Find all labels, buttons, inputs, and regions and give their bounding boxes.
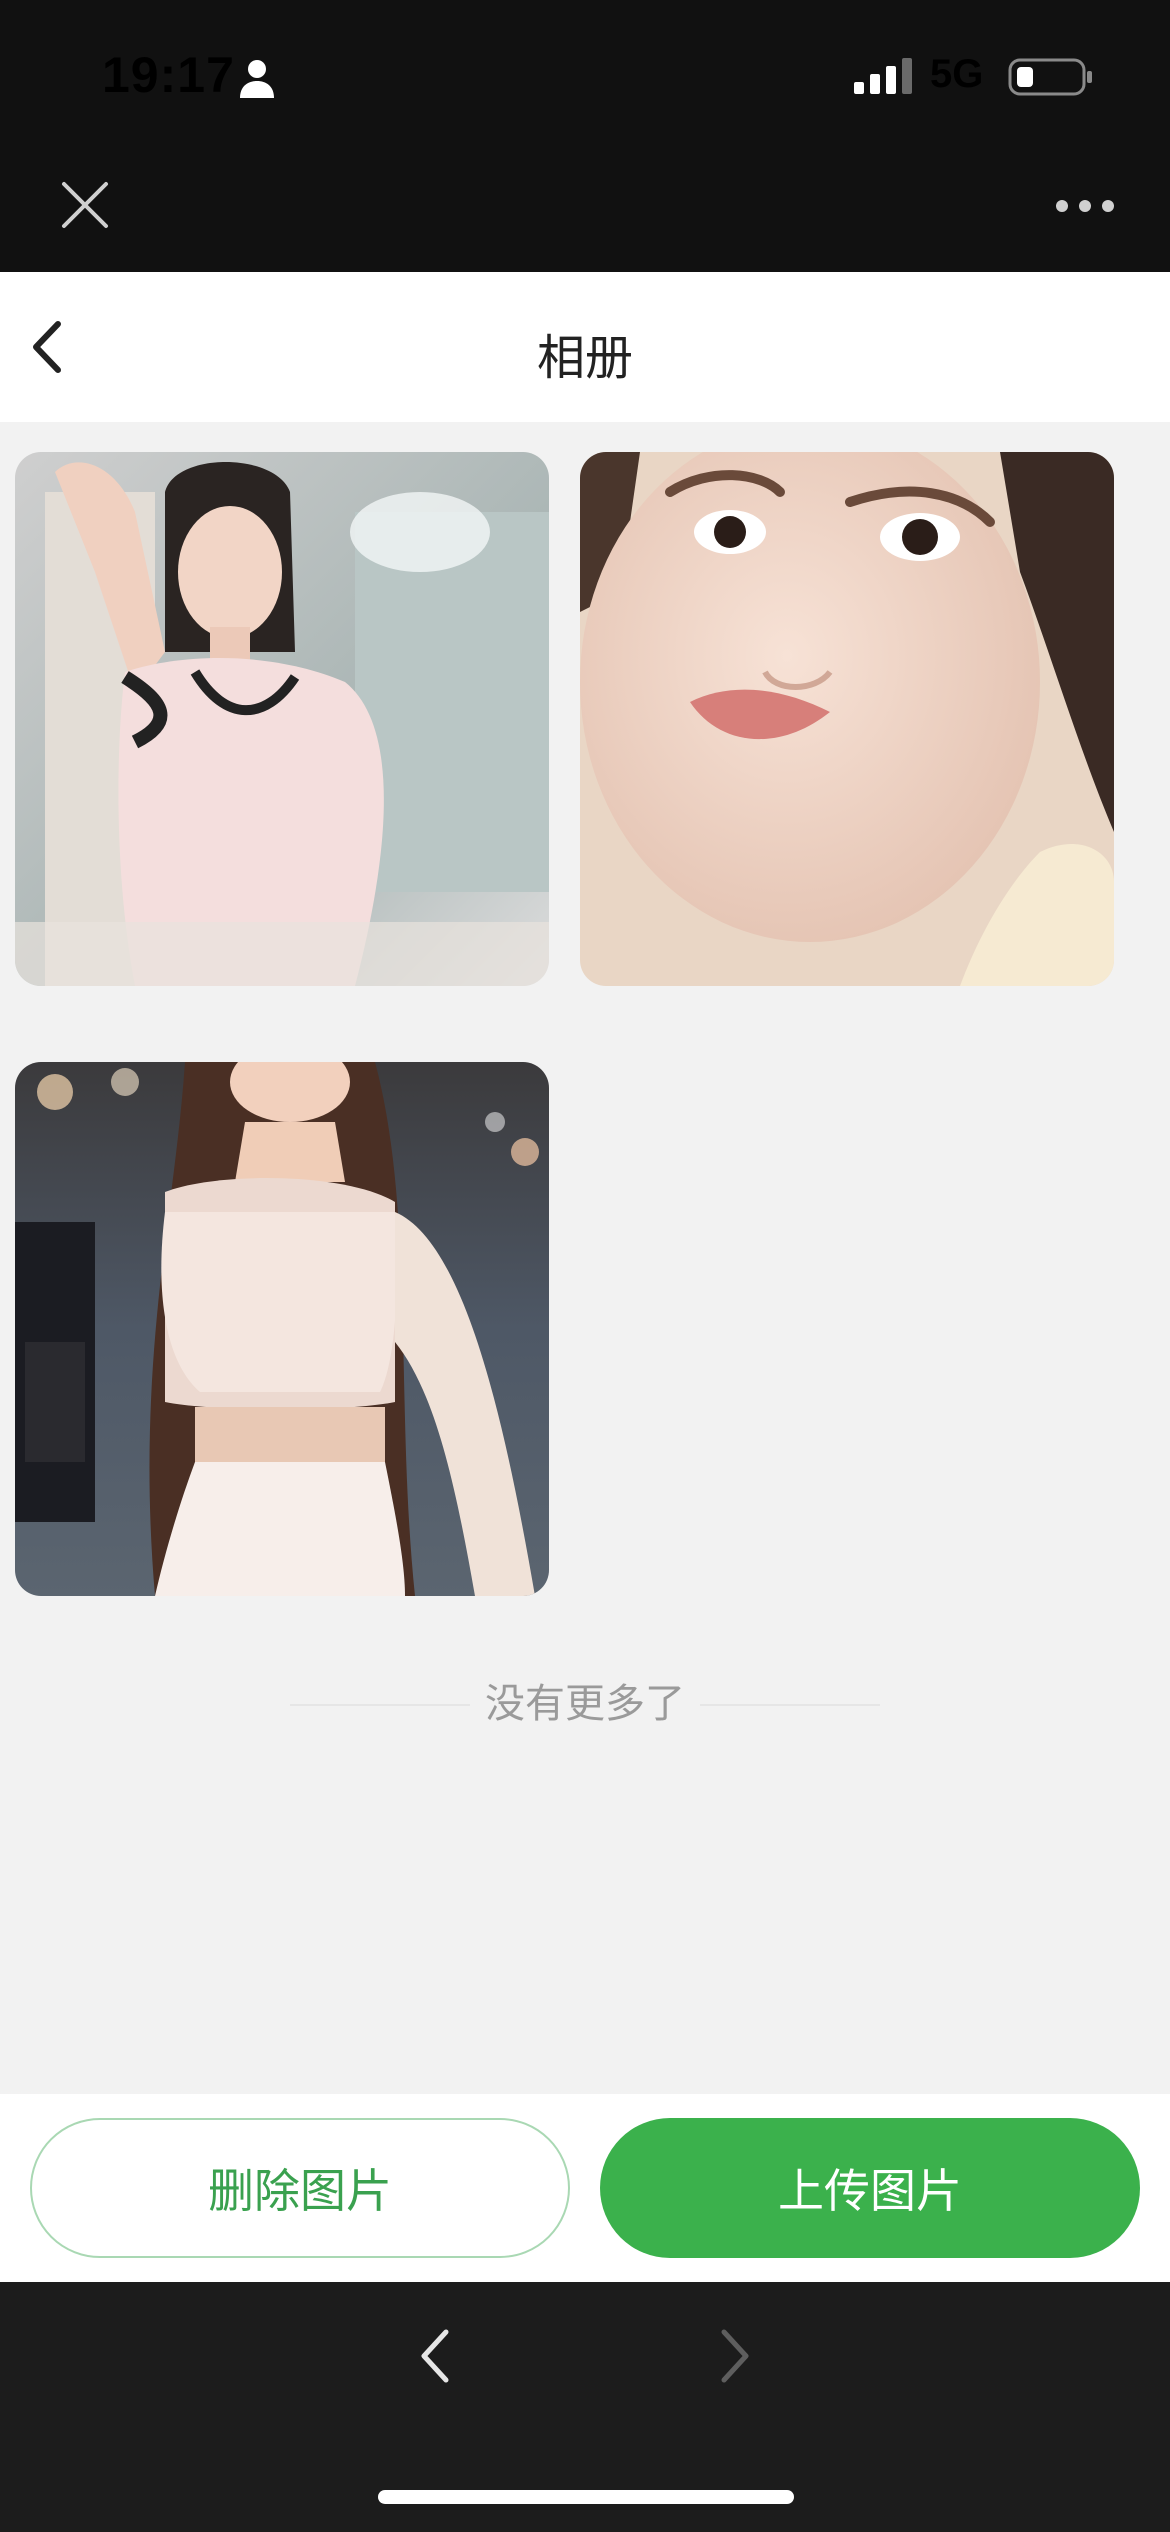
album-photo[interactable] <box>15 452 549 986</box>
close-icon[interactable] <box>58 178 112 232</box>
upload-photos-button[interactable]: 上传图片 <box>600 2118 1140 2258</box>
divider-line <box>290 1704 470 1706</box>
list-end-text: 没有更多了 <box>485 1681 685 1727</box>
status-time: 19:17 <box>102 47 235 103</box>
browser-back-icon[interactable] <box>414 2326 454 2386</box>
home-indicator[interactable] <box>378 2490 794 2504</box>
network-type: 5G <box>930 52 984 96</box>
photo-image <box>15 452 549 986</box>
photo-image <box>580 452 1114 986</box>
list-end-indicator: 没有更多了 <box>0 1674 1170 1734</box>
divider-line <box>700 1704 880 1706</box>
page-title: 相册 <box>536 330 633 386</box>
delete-photos-button[interactable]: 删除图片 <box>30 2118 570 2258</box>
person-icon <box>240 60 274 98</box>
album-photo[interactable] <box>580 452 1114 986</box>
webview-bar <box>0 150 1170 272</box>
battery-icon <box>1008 58 1092 96</box>
album-photo[interactable] <box>15 1062 549 1596</box>
signal-icon <box>854 58 912 94</box>
more-icon[interactable] <box>1054 196 1116 216</box>
photo-image <box>15 1062 549 1596</box>
browser-forward-icon[interactable] <box>716 2326 756 2386</box>
